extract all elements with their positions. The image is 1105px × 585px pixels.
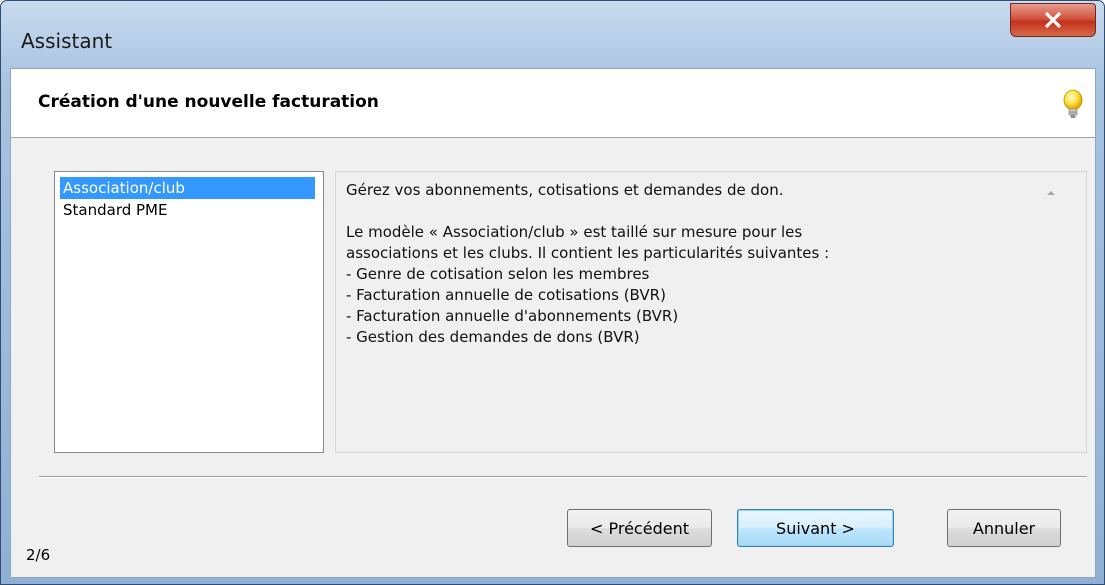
description-line: - Gestion des demandes de dons (BVR)	[346, 328, 640, 346]
dialog-body: Création d'une nouvelle facturation Asso…	[10, 68, 1096, 578]
list-item-standard-pme[interactable]: Standard PME	[60, 199, 170, 221]
step-indicator: 2/6	[26, 546, 51, 564]
description-line: - Facturation annuelle de cotisations (B…	[346, 286, 666, 304]
previous-button-label: < Précédent	[590, 518, 689, 538]
description-line: associations et les clubs. Il contient l…	[346, 244, 830, 262]
footer-separator	[39, 476, 1087, 478]
list-item-association-club[interactable]: Association/club	[60, 177, 315, 199]
list-item-label: Association/club	[63, 179, 185, 197]
template-list[interactable]: Association/club Standard PME	[54, 171, 324, 453]
scroll-up-arrow-icon[interactable]	[1044, 186, 1058, 200]
next-button-label: Suivant >	[776, 518, 855, 538]
description-line: - Genre de cotisation selon les membres	[346, 265, 650, 283]
next-button[interactable]: Suivant >	[737, 509, 894, 547]
cancel-button[interactable]: Annuler	[947, 509, 1061, 547]
wizard-header: Création d'une nouvelle facturation	[11, 69, 1095, 138]
window-title: Assistant	[21, 29, 113, 53]
previous-button[interactable]: < Précédent	[567, 509, 712, 547]
list-item-label: Standard PME	[63, 201, 168, 219]
description-line: Le modèle « Association/club » est taill…	[346, 223, 803, 241]
description-line: Gérez vos abonnements, cotisations et de…	[346, 181, 784, 199]
assistant-window: Assistant Création d'une nouvelle factur…	[0, 0, 1105, 585]
lightbulb-icon	[1063, 89, 1083, 118]
close-button[interactable]	[1010, 3, 1096, 37]
description-panel[interactable]: Gérez vos abonnements, cotisations et de…	[335, 171, 1087, 453]
close-x-icon	[1045, 12, 1061, 28]
description-line	[346, 201, 1026, 222]
page-title: Création d'une nouvelle facturation	[38, 92, 379, 112]
cancel-button-label: Annuler	[972, 518, 1036, 538]
description-text: Gérez vos abonnements, cotisations et de…	[346, 180, 1026, 348]
description-line: - Facturation annuelle d'abonnements (BV…	[346, 307, 679, 325]
